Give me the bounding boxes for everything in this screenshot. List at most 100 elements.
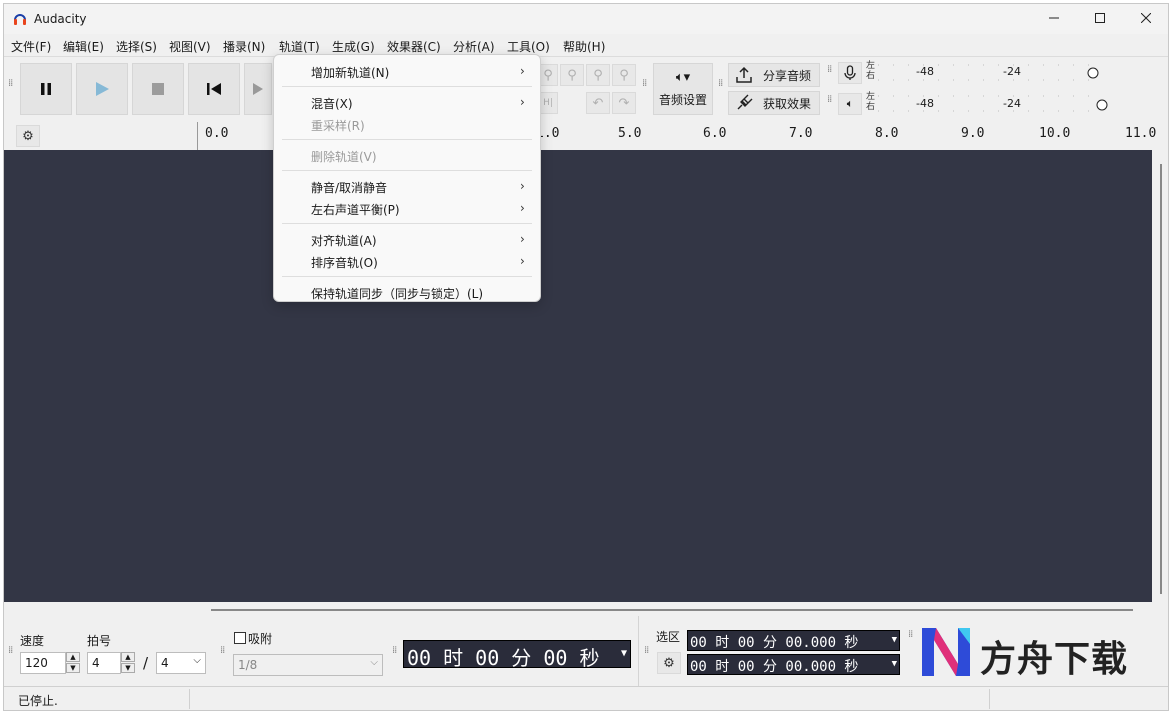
toolbar-grip[interactable]: ⁞⁞ (644, 646, 649, 662)
fangzhou-logo-icon (922, 628, 970, 676)
horizontal-scrollbar[interactable] (4, 602, 1168, 616)
skip-end-button[interactable] (244, 63, 272, 115)
toolbar-grip[interactable]: ⁞⁞ (642, 79, 647, 95)
fit-project-button[interactable]: ⚲ (612, 64, 636, 86)
tempo-label: 速度 (20, 634, 45, 648)
get-effects-button[interactable]: 获取效果 (728, 91, 820, 115)
redo-button[interactable]: ↷ (612, 92, 636, 114)
tracks-menu-dropdown: 增加新轨道(N) › 混音(X) › 重采样(R) 删除轨道(V) 静音/取消静… (273, 54, 541, 302)
snap-select[interactable]: 1/8 ⌵ (233, 654, 383, 676)
menu-generate[interactable]: 生成(G) (332, 38, 375, 55)
share-audio-button[interactable]: 分享音频 (728, 63, 820, 87)
menu-item-add-new-track[interactable]: 增加新轨道(N) (311, 64, 389, 81)
menu-tools[interactable]: 工具(O) (507, 38, 550, 55)
maximize-button[interactable] (1077, 4, 1123, 34)
ruler-tick: 7.0 (789, 126, 813, 141)
toolbar-grip[interactable]: ⁞⁞ (8, 79, 13, 95)
upload-icon (736, 66, 752, 83)
chevron-up-icon: ▲ (125, 653, 131, 661)
undo-button[interactable]: ↶ (586, 92, 610, 114)
time-format-dropdown-icon: ▼ (620, 648, 627, 659)
menu-separator (282, 86, 532, 87)
play-icon (96, 82, 109, 96)
zoom-in-button[interactable]: ⚲ (538, 64, 558, 86)
zoom-out-button[interactable]: ⚲ (560, 64, 584, 86)
skip-start-button[interactable] (188, 63, 240, 115)
selection-start-dropdown-icon: ▼ (891, 635, 897, 645)
chevron-down-icon: ▼ (125, 664, 131, 672)
tempo-input[interactable]: 120 (20, 652, 66, 674)
tempo-up-button[interactable]: ▲ (66, 652, 80, 662)
menu-view[interactable]: 视图(V) (169, 38, 211, 55)
menu-item-pan[interactable]: 左右声道平衡(P) (311, 201, 400, 218)
status-text: 已停止. (18, 694, 58, 708)
menu-edit[interactable]: 编辑(E) (63, 38, 104, 55)
beats-down-button[interactable]: ▼ (121, 663, 135, 673)
menu-effects[interactable]: 效果器(C) (387, 38, 441, 55)
status-divider (189, 689, 190, 709)
record-meter[interactable]: -48 -24 (878, 63, 1104, 83)
meter-right-label: 右 (866, 71, 876, 81)
selection-end[interactable]: 00 时 00 分 00.000 秒 ▼ (687, 654, 900, 675)
speaker-dropdown-icon: 🔈︎▾ (675, 70, 691, 85)
toolbar-grip[interactable]: ⁞⁞ (8, 646, 13, 662)
get-effects-label: 获取效果 (763, 96, 812, 111)
chevron-up-icon: ▲ (70, 653, 76, 661)
beats-input[interactable]: 4 (87, 652, 121, 674)
time-display[interactable]: 00 时 00 分 00 秒 ▼ (403, 640, 631, 670)
toolbar-grip[interactable]: ⁞⁞ (220, 646, 225, 662)
beats-up-button[interactable]: ▲ (121, 652, 135, 662)
menu-item-align-tracks[interactable]: 对齐轨道(A) (311, 232, 377, 249)
snap-checkbox[interactable] (234, 632, 246, 644)
menu-file[interactable]: 文件(F) (11, 38, 51, 55)
menu-select[interactable]: 选择(S) (116, 38, 157, 55)
chevron-down-icon: ▼ (70, 664, 76, 672)
playback-meter[interactable]: -48 -24 (878, 94, 1110, 114)
meter-left-label: 左 (866, 61, 876, 71)
playback-meter-button[interactable]: 🔈︎ (838, 93, 862, 115)
snap-value: 1/8 (238, 658, 258, 672)
ruler-tick: 0.0 (205, 126, 229, 141)
close-button[interactable] (1123, 4, 1168, 34)
toolbar-grip[interactable]: ⁞⁞ (827, 95, 832, 111)
menu-item-resample: 重采样(R) (311, 119, 365, 133)
submenu-arrow-icon: › (520, 201, 525, 215)
selection-options-button[interactable]: ⚙ (657, 652, 681, 674)
menu-item-sort-tracks[interactable]: 排序音轨(O) (311, 254, 378, 271)
timeline-options-button[interactable]: ⚙ (16, 125, 40, 147)
tempo-down-button[interactable]: ▼ (66, 663, 80, 673)
menu-item-sync-lock[interactable]: 保持轨道同步（同步与锁定）(L) (311, 285, 483, 302)
trim-button[interactable]: H| (538, 92, 558, 114)
menu-item-mute-unmute[interactable]: 静音/取消静音 (311, 179, 387, 196)
minimize-button[interactable] (1031, 4, 1077, 34)
microphone-icon (844, 65, 856, 80)
horizontal-scroll-thumb[interactable] (211, 609, 1133, 611)
menu-analyze[interactable]: 分析(A) (453, 38, 495, 55)
stop-button[interactable] (132, 63, 184, 115)
pause-button[interactable] (20, 63, 72, 115)
vertical-scrollbar[interactable] (1152, 150, 1168, 602)
fit-selection-button[interactable]: ⚲ (586, 64, 610, 86)
menu-help[interactable]: 帮助(H) (563, 38, 605, 55)
menu-separator (282, 170, 532, 171)
redo-icon: ↷ (618, 95, 630, 111)
toolbar-grip[interactable]: ⁞⁞ (718, 79, 723, 95)
record-meter-button[interactable] (838, 62, 862, 84)
toolbar-grip[interactable]: ⁞⁞ (827, 65, 832, 81)
submenu-arrow-icon: › (520, 254, 525, 268)
menu-tracks[interactable]: 轨道(T) (279, 38, 320, 55)
selection-start[interactable]: 00 时 00 分 00.000 秒 ▼ (687, 630, 900, 651)
audio-setup-button[interactable]: 🔈︎▾ 音频设置 (653, 63, 713, 115)
menu-item-mix[interactable]: 混音(X) (311, 95, 353, 112)
beat-value-select[interactable]: 4 ⌵ (156, 652, 206, 674)
vertical-scroll-thumb[interactable] (1160, 164, 1162, 594)
menu-record[interactable]: 播录(N) (223, 38, 265, 55)
timeline-ruler[interactable]: ⚙ 0.0 1.0 5.0 6.0 7.0 8.0 9.0 10.0 11.0 (4, 122, 1168, 151)
toolbar: ⁞⁞ ⚲ ⚲ ⚲ ⚲ H| ↶ ↷ ⁞⁞ 🔈︎▾ 音频设置 ⁞⁞ 分享音频 获取… (4, 56, 1168, 123)
toolbar-grip[interactable]: ⁞⁞ (908, 630, 913, 646)
toolbar-grip[interactable]: ⁞⁞ (392, 646, 397, 662)
play-button[interactable] (76, 63, 128, 115)
zoom-in-icon: ⚲ (543, 67, 553, 83)
chevron-down-icon: ⌵ (370, 657, 378, 668)
track-area[interactable] (4, 150, 1152, 602)
